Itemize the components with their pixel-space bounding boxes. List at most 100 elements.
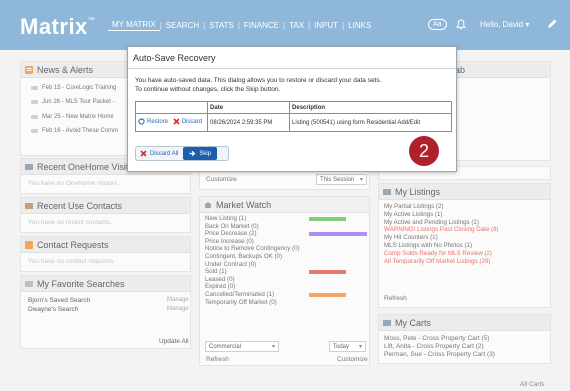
period-select[interactable]: Today ▾ xyxy=(329,341,366,352)
listing-link[interactable]: All Temporarily Off Market Listings (29) xyxy=(384,258,490,265)
news-item[interactable]: Jun 26 - MLS Tour Packet - xyxy=(31,99,115,105)
requests-icon xyxy=(25,240,33,249)
step-number-badge: 2 xyxy=(409,136,439,166)
nav-stats[interactable]: STATS xyxy=(205,21,238,30)
my-carts-panel: My Carts Moss, Pete - Cross Property Car… xyxy=(378,314,551,364)
cart-link[interactable]: Perman, Sue - Cross Property Cart (3) xyxy=(384,351,495,358)
update-all-link[interactable]: Update All xyxy=(159,338,189,345)
listing-link[interactable]: Comp Solds Ready for MLS Review (2) xyxy=(384,250,492,257)
news-title: News & Alerts xyxy=(37,64,94,75)
property-type-select[interactable]: Commercial ▾ xyxy=(205,341,279,352)
favorite-searches-panel: My Favorite Searches Bjorn's Saved Searc… xyxy=(20,275,191,349)
column-header-description: Description xyxy=(289,101,452,114)
listing-link[interactable]: My Active Listings (1) xyxy=(384,211,442,218)
market-watch-row[interactable]: Leased (0) xyxy=(205,276,235,283)
news-item[interactable]: Mar 25 - New Matrix Home xyxy=(31,114,114,120)
listing-link[interactable]: MLS Listings with No Photos (1) xyxy=(384,242,472,249)
main-nav: MY MATRIX | SEARCH | STATS | FINANCE | T… xyxy=(108,20,375,31)
listing-link[interactable]: My Hit Counters (1) xyxy=(384,234,438,241)
chevron-down-icon: ▾ xyxy=(358,344,362,350)
listing-link[interactable]: My Partial Listings (2) xyxy=(384,203,444,210)
market-watch-row[interactable]: New Listing (1) xyxy=(205,215,246,222)
matrix-logo[interactable]: Matrix™ xyxy=(20,14,95,40)
news-item[interactable]: Feb 15 - CoreLogic Training xyxy=(31,85,116,91)
paperclip-icon xyxy=(31,100,38,104)
user-menu[interactable]: Hello, David ▾ xyxy=(480,20,529,29)
market-watch-title: Market Watch xyxy=(216,199,272,210)
contact-requests-title: Contact Requests xyxy=(37,239,109,250)
arrow-right-icon xyxy=(189,150,196,157)
my-listings-title: My Listings xyxy=(395,186,441,197)
recovery-description: Listing (500541) using form Residential … xyxy=(289,113,452,132)
market-watch-row[interactable]: Price Decrease (2) xyxy=(205,230,257,237)
recent-contacts-panel: Recent Use Contacts You have no recent c… xyxy=(20,197,191,233)
market-watch-row[interactable]: Cancelled/Terminated (1) xyxy=(205,291,274,298)
market-watch-row[interactable]: Notice to Remove Contingency (0) xyxy=(205,245,300,252)
market-watch-bar xyxy=(309,216,346,221)
pencil-icon[interactable] xyxy=(546,18,558,32)
nav-links[interactable]: LINKS xyxy=(344,21,375,30)
session-select[interactable]: This Session ▾ xyxy=(316,174,367,185)
market-watch-row[interactable]: Back On Market (0) xyxy=(205,223,259,230)
paperclip-icon xyxy=(31,86,38,90)
nav-tax[interactable]: TAX xyxy=(285,21,308,30)
market-watch-bar xyxy=(309,231,367,236)
nav-search[interactable]: SEARCH xyxy=(162,21,203,30)
market-watch-row[interactable]: Expired (0) xyxy=(205,283,235,290)
dialog-message: You have auto-saved data. This dialog al… xyxy=(135,77,382,93)
all-carts-link[interactable]: All Carts xyxy=(520,381,545,388)
skip-button[interactable]: Skip xyxy=(183,147,218,160)
recent-contacts-title: Recent Use Contacts xyxy=(37,200,123,211)
news-item[interactable]: Feb 16 - Avoid These Comm xyxy=(31,128,118,134)
paperclip-icon xyxy=(31,129,38,133)
customize-link[interactable]: Customize xyxy=(337,356,368,363)
dialog-button-group: Discard All Skip xyxy=(135,146,229,161)
contact-requests-panel: Contact Requests You have no contact req… xyxy=(20,236,191,272)
cart-link[interactable]: Moss, Pete - Cross Property Cart (5) xyxy=(384,335,489,342)
nav-finance[interactable]: FINANCE xyxy=(240,21,283,30)
top-nav-bar: Matrix™ MY MATRIX | SEARCH | STATS | FIN… xyxy=(0,0,570,50)
no-requests-text: You have no contact requests. xyxy=(28,258,116,265)
bell-icon[interactable] xyxy=(455,19,467,32)
no-contacts-text: You have no recent contacts. xyxy=(28,219,112,226)
restore-icon xyxy=(138,118,145,125)
nav-my-matrix[interactable]: MY MATRIX xyxy=(108,20,160,31)
table-row: Restore Discard 08/26/2024 2:59:35 PM Li… xyxy=(134,113,452,132)
listings-icon xyxy=(383,188,391,196)
column-header xyxy=(134,101,209,114)
recovery-table: Date Description Restore Discard 08/26/2… xyxy=(134,101,452,132)
market-watch-row[interactable]: Under Contract (0) xyxy=(205,261,256,268)
listing-link[interactable]: My Active and Pending Listings (1) xyxy=(384,219,479,226)
refresh-link[interactable]: Refresh xyxy=(206,356,229,363)
market-watch-row[interactable]: Temporarily Off Market (0) xyxy=(205,299,277,306)
market-watch-row[interactable]: Price Increase (0) xyxy=(205,238,254,245)
customize-link[interactable]: Customize xyxy=(206,176,237,183)
news-icon xyxy=(25,65,33,74)
manage-link[interactable]: Manage xyxy=(167,306,189,312)
refresh-link[interactable]: Refresh xyxy=(384,295,407,302)
font-size-button[interactable]: Aa xyxy=(428,19,447,30)
onehome-visitors-title: Recent OneHome Visitor xyxy=(37,161,137,172)
market-watch-row[interactable]: Contingent, Backups OK (0) xyxy=(205,253,282,260)
visitor-icon xyxy=(25,163,33,171)
search-folder-icon xyxy=(25,280,33,288)
market-watch-bar xyxy=(309,292,346,297)
column-header-date: Date xyxy=(207,101,291,114)
restore-button[interactable]: Restore xyxy=(138,118,168,125)
nav-input[interactable]: INPUT xyxy=(310,21,342,30)
saved-search-link[interactable]: Dwayne's Search xyxy=(28,306,78,313)
close-icon xyxy=(173,118,180,125)
close-icon xyxy=(140,150,147,157)
market-watch-bar xyxy=(309,269,346,274)
dialog-title: Auto-Save Recovery xyxy=(128,47,456,69)
discard-button[interactable]: Discard xyxy=(173,118,202,125)
saved-search-link[interactable]: Bjorn's Saved Search xyxy=(28,297,90,304)
paperclip-icon xyxy=(31,115,38,119)
manage-link[interactable]: Manage xyxy=(167,297,189,303)
favorite-searches-title: My Favorite Searches xyxy=(37,278,125,289)
cart-link[interactable]: Lift, Anita - Cross Property Cart (2) xyxy=(384,343,484,350)
market-watch-row[interactable]: Sold (1) xyxy=(205,268,227,275)
table-header-row: Date Description xyxy=(134,101,452,114)
listing-link[interactable]: WARNING! Listings Past Closing Date (8) xyxy=(384,226,499,233)
discard-all-button[interactable]: Discard All xyxy=(136,147,182,160)
